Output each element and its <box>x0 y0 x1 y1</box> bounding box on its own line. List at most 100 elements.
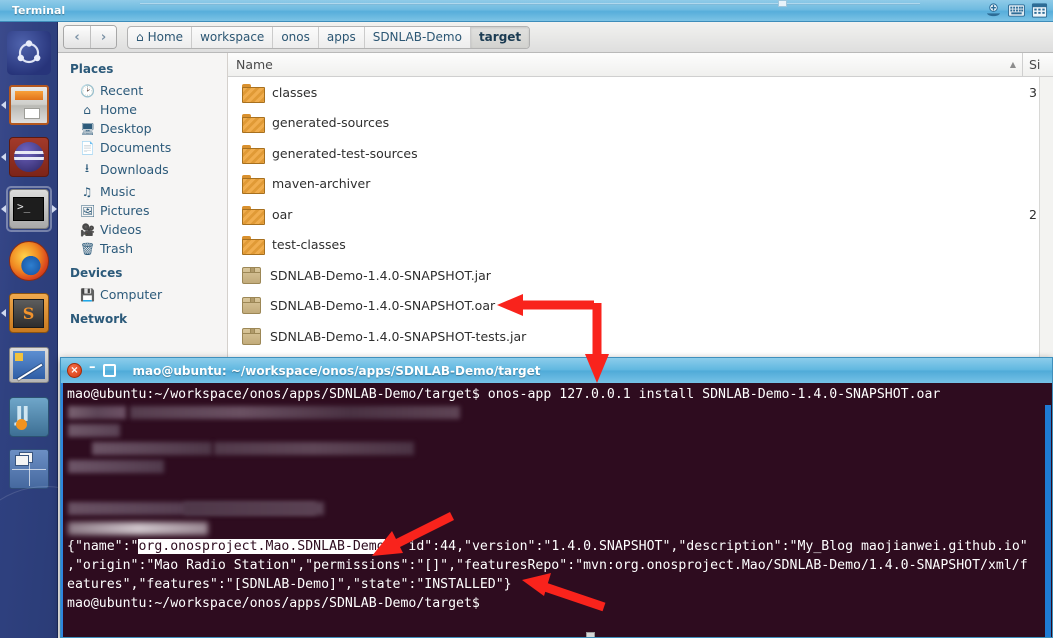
computer-icon: 💾 <box>80 287 95 302</box>
json-prefix: {"name":" <box>67 539 139 554</box>
sidebar-item-recent[interactable]: 🕑 Recent <box>58 81 227 100</box>
redacted-line <box>184 502 324 515</box>
sidebar-item-desktop[interactable]: 🖥 Desktop <box>58 119 227 138</box>
dock-item-firefox[interactable] <box>6 238 52 284</box>
terminal-json-line-3: eatures","features":"[SDNLAB-Demo]","sta… <box>67 577 512 592</box>
window-drag-line <box>140 3 920 5</box>
table-row[interactable]: oar 2 <box>228 199 1053 230</box>
redacted-line <box>92 442 212 455</box>
table-row[interactable]: SDNLAB-Demo-1.4.0-SNAPSHOT-tests.jar <box>228 321 1053 352</box>
sidebar-item-label: Desktop <box>100 121 152 136</box>
sidebar-item-label: Music <box>100 184 136 199</box>
dock-item-sublime-text[interactable]: S <box>0 290 52 336</box>
sidebar-item-videos[interactable]: 🎥 Videos <box>58 220 227 239</box>
column-header-size[interactable]: Si <box>1023 57 1053 72</box>
file-list-column-headers: Name ▲ Si <box>228 53 1053 77</box>
sidebar-item-label: Downloads <box>100 162 169 177</box>
terminal-scrollbar[interactable] <box>1044 383 1052 637</box>
redacted-line <box>68 424 120 437</box>
terminal-icon <box>8 189 49 229</box>
breadcrumb-item-onos[interactable]: onos <box>273 26 319 48</box>
breadcrumb: ⌂ Home workspace onos apps SDNLAB-Demo t… <box>127 25 531 49</box>
dock-item-ubuntu-dash[interactable] <box>6 30 52 76</box>
calendar-icon[interactable] <box>1030 2 1049 19</box>
breadcrumb-item-target[interactable]: target <box>470 26 530 48</box>
dock-running-indicator-left <box>0 309 6 317</box>
terminal-title-text: mao@ubuntu: ~/workspace/onos/apps/SDNLAB… <box>132 363 541 378</box>
terminal-window: × – mao@ubuntu: ~/workspace/onos/apps/SD… <box>60 357 1053 638</box>
sidebar-item-label: Recent <box>100 83 144 98</box>
archive-icon <box>242 297 261 315</box>
column-header-name-label: Name <box>236 57 273 72</box>
sidebar-item-music[interactable]: ♫ Music <box>58 182 227 201</box>
file-name: SDNLAB-Demo-1.4.0-SNAPSHOT.jar <box>270 267 491 283</box>
monitor-icon: 🖥 <box>80 121 96 136</box>
json-suffix: ","id":44,"version":"1.4.0.SNAPSHOT","de… <box>384 539 1028 554</box>
sidebar-item-label: Pictures <box>100 203 150 218</box>
table-row[interactable]: classes 3 <box>228 77 1053 108</box>
terminal-title-bar[interactable]: × – mao@ubuntu: ~/workspace/onos/apps/SD… <box>60 357 1053 383</box>
music-note-icon: ♫ <box>81 184 93 199</box>
selected-app-name[interactable]: org.onosproject.Mao.SDNLAB-Demo <box>138 539 385 554</box>
sidebar-item-downloads[interactable]: ⭳ Downloads <box>58 157 227 182</box>
terminal-json-line-2: ,"origin":"Mao Radio Station","permissio… <box>67 558 1028 573</box>
panel-app-menu-title[interactable]: Terminal <box>8 3 69 18</box>
devices-header: Devices <box>70 266 123 280</box>
dock-item-files[interactable] <box>0 82 52 128</box>
file-manager-toolbar: ‹ › ⌂ Home workspace onos apps SDNLAB-De… <box>58 22 1053 53</box>
file-name: SDNLAB-Demo-1.4.0-SNAPSHOT-tests.jar <box>270 328 527 344</box>
dock-item-amarok[interactable] <box>0 134 52 180</box>
table-row[interactable]: SDNLAB-Demo-1.4.0-SNAPSHOT.oar <box>228 291 1053 322</box>
back-button[interactable]: ‹ <box>64 26 90 48</box>
sync-icon[interactable] <box>984 2 1003 19</box>
dock-item-editor[interactable] <box>6 342 52 388</box>
home-icon: ⌂ <box>83 102 91 117</box>
redacted-line <box>68 460 164 473</box>
file-name: oar <box>272 206 293 222</box>
table-row[interactable]: SDNLAB-Demo-1.4.0-SNAPSHOT.jar <box>228 260 1053 291</box>
clock-icon: 🕑 <box>80 83 95 98</box>
redacted-output-block <box>64 404 1052 537</box>
sidebar-item-home[interactable]: ⌂ Home <box>58 100 227 119</box>
terminal-output-area[interactable]: mao@ubuntu:~/workspace/onos/apps/SDNLAB-… <box>60 383 1053 638</box>
terminal-command-line: mao@ubuntu:~/workspace/onos/apps/SDNLAB-… <box>64 385 1052 404</box>
minimize-icon[interactable]: – <box>89 361 96 376</box>
file-name: generated-sources <box>272 115 390 131</box>
table-row[interactable]: generated-sources <box>228 108 1053 139</box>
column-header-name[interactable]: Name ▲ <box>228 53 1023 76</box>
dock-item-intellij-idea[interactable] <box>6 394 52 440</box>
breadcrumb-item-workspace[interactable]: workspace <box>192 26 274 48</box>
sidebar-item-pictures[interactable]: 🖼 Pictures <box>58 201 227 220</box>
sidebar-item-label: Documents <box>100 140 172 155</box>
image-icon: 🖼 <box>80 203 96 218</box>
breadcrumb-item-home[interactable]: ⌂ Home <box>128 26 193 48</box>
breadcrumb-item-sdnlab-demo[interactable]: SDNLAB-Demo <box>365 26 471 48</box>
terminal-resize-nub[interactable] <box>586 632 595 637</box>
close-icon[interactable]: × <box>67 363 82 378</box>
dock-item-workspace-switcher[interactable] <box>6 446 52 492</box>
folder-icon <box>242 175 265 195</box>
table-row[interactable]: maven-archiver <box>228 169 1053 200</box>
file-name: classes <box>272 84 318 100</box>
sidebar-item-label: Videos <box>100 222 142 237</box>
folder-icon <box>242 83 265 103</box>
table-row[interactable]: generated-test-sources <box>228 138 1053 169</box>
folder-icon <box>242 236 265 256</box>
breadcrumb-item-apps[interactable]: apps <box>319 26 365 48</box>
dock-item-terminal[interactable] <box>0 186 57 232</box>
document-icon: 📄 <box>80 140 95 155</box>
redacted-line <box>68 522 208 535</box>
forward-button[interactable]: › <box>90 26 116 48</box>
folder-icon <box>242 144 265 164</box>
sidebar-item-computer[interactable]: 💾 Computer <box>58 285 227 304</box>
panel-tray <box>984 2 1053 19</box>
sidebar-item-label: Trash <box>100 241 134 256</box>
keyboard-icon[interactable] <box>1007 2 1026 19</box>
terminal-cursor-column-edge <box>61 383 63 637</box>
sort-ascending-icon: ▲ <box>1009 60 1016 69</box>
table-row[interactable]: test-classes <box>228 230 1053 261</box>
sidebar-item-documents[interactable]: 📄 Documents <box>58 138 227 157</box>
window-resize-nub[interactable] <box>778 0 787 7</box>
maximize-icon[interactable] <box>102 364 116 377</box>
sidebar-item-trash[interactable]: 🗑 Trash <box>58 239 227 258</box>
